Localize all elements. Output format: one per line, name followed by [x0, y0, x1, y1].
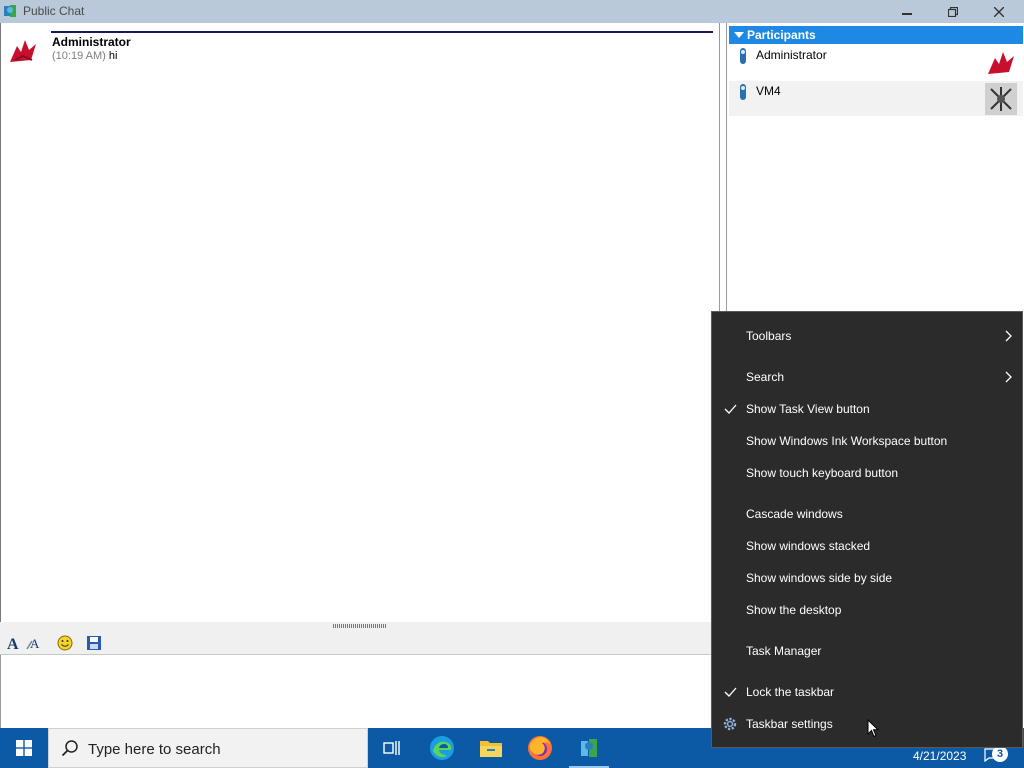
taskbar-context-menu: Toolbars Search Show Task View button Sh… [711, 311, 1023, 748]
firefox-button[interactable] [516, 728, 564, 768]
participants-header-label: Participants [747, 28, 816, 42]
restore-button[interactable] [930, 0, 976, 23]
message-line: (10:19 AM) hi [52, 50, 117, 62]
folder-icon [480, 741, 502, 757]
chat-transcript[interactable]: Administrator (10:19 AM) hi [0, 23, 720, 623]
user-status-icon [739, 84, 747, 100]
checkmark-icon [722, 682, 738, 702]
chevron-right-icon [1004, 326, 1014, 346]
menu-item-search[interactable]: Search [746, 367, 784, 387]
input-splitter[interactable] [0, 622, 720, 630]
message-time: (10:19 AM) [52, 50, 106, 62]
minimize-button[interactable] [884, 0, 930, 23]
task-view-button[interactable] [368, 728, 416, 768]
format-toolbar: A A [0, 630, 720, 655]
gear-icon [722, 714, 738, 734]
message-input[interactable] [0, 655, 720, 728]
menu-item-task-manager[interactable]: Task Manager [746, 641, 821, 661]
menu-item-show-task-view-button[interactable]: Show Task View button [746, 399, 870, 419]
menu-item-show-touch-keyboard-button[interactable]: Show touch keyboard button [746, 463, 898, 483]
chat-app-icon [581, 739, 597, 757]
search-icon [61, 739, 79, 760]
collapse-caret-icon [734, 32, 744, 38]
menu-item-show-the-desktop[interactable]: Show the desktop [746, 600, 841, 620]
avatar [7, 34, 40, 67]
participants-header[interactable]: Participants [729, 26, 1023, 44]
splitter-grip[interactable] [333, 624, 387, 628]
window-title: Public Chat [23, 4, 85, 18]
menu-item-lock-the-taskbar[interactable]: Lock the taskbar [746, 682, 834, 702]
smiley-icon[interactable] [55, 633, 75, 653]
file-explorer-button[interactable] [467, 728, 515, 768]
search-placeholder: Type here to search [88, 741, 221, 758]
participant-item[interactable]: Administrator [729, 45, 1023, 80]
participant-name: VM4 [756, 84, 781, 98]
public-chat-taskbar-button[interactable] [565, 728, 613, 768]
checkmark-icon [722, 399, 738, 419]
notification-badge: 3 [992, 746, 1008, 762]
chevron-right-icon [1004, 367, 1014, 387]
participant-avatar [985, 83, 1017, 115]
menu-item-show-windows-stacked[interactable]: Show windows stacked [746, 536, 870, 556]
menu-item-taskbar-settings[interactable]: Taskbar settings [746, 714, 833, 734]
font-button[interactable]: A [3, 633, 23, 653]
menu-item-show-windows-side-by-side[interactable]: Show windows side by side [746, 568, 892, 588]
font-color-icon[interactable]: A [25, 633, 45, 653]
title-bar[interactable]: Public Chat [0, 0, 1024, 23]
firefox-icon [528, 736, 552, 760]
edge-icon [430, 736, 454, 760]
svg-text:A: A [30, 636, 40, 651]
user-status-icon [739, 48, 747, 64]
task-view-icon [383, 741, 400, 755]
chat-app-icon [3, 4, 17, 18]
menu-item-cascade-windows[interactable]: Cascade windows [746, 504, 843, 524]
participant-avatar [985, 47, 1017, 79]
menu-item-toolbars[interactable]: Toolbars [746, 326, 791, 346]
mouse-cursor-icon [867, 718, 880, 741]
tray-date[interactable]: 4/21/2023 [913, 749, 966, 763]
participants-panel: Participants Administrator VM4 [726, 23, 1024, 313]
start-button[interactable] [0, 728, 48, 768]
participant-item[interactable]: VM4 [729, 81, 1023, 116]
menu-item-show-windows-ink-workspace-button[interactable]: Show Windows Ink Workspace button [746, 431, 947, 451]
message-divider [51, 31, 713, 33]
svg-text:A: A [7, 636, 19, 651]
message-sender: Administrator [52, 35, 131, 49]
taskbar-search-box[interactable]: Type here to search [48, 728, 368, 768]
windows-logo-icon [16, 740, 32, 756]
message-text: hi [108, 50, 118, 62]
participant-name: Administrator [756, 48, 827, 62]
save-icon[interactable] [84, 633, 104, 653]
edge-browser-button[interactable] [418, 728, 466, 768]
close-button[interactable] [976, 0, 1022, 23]
